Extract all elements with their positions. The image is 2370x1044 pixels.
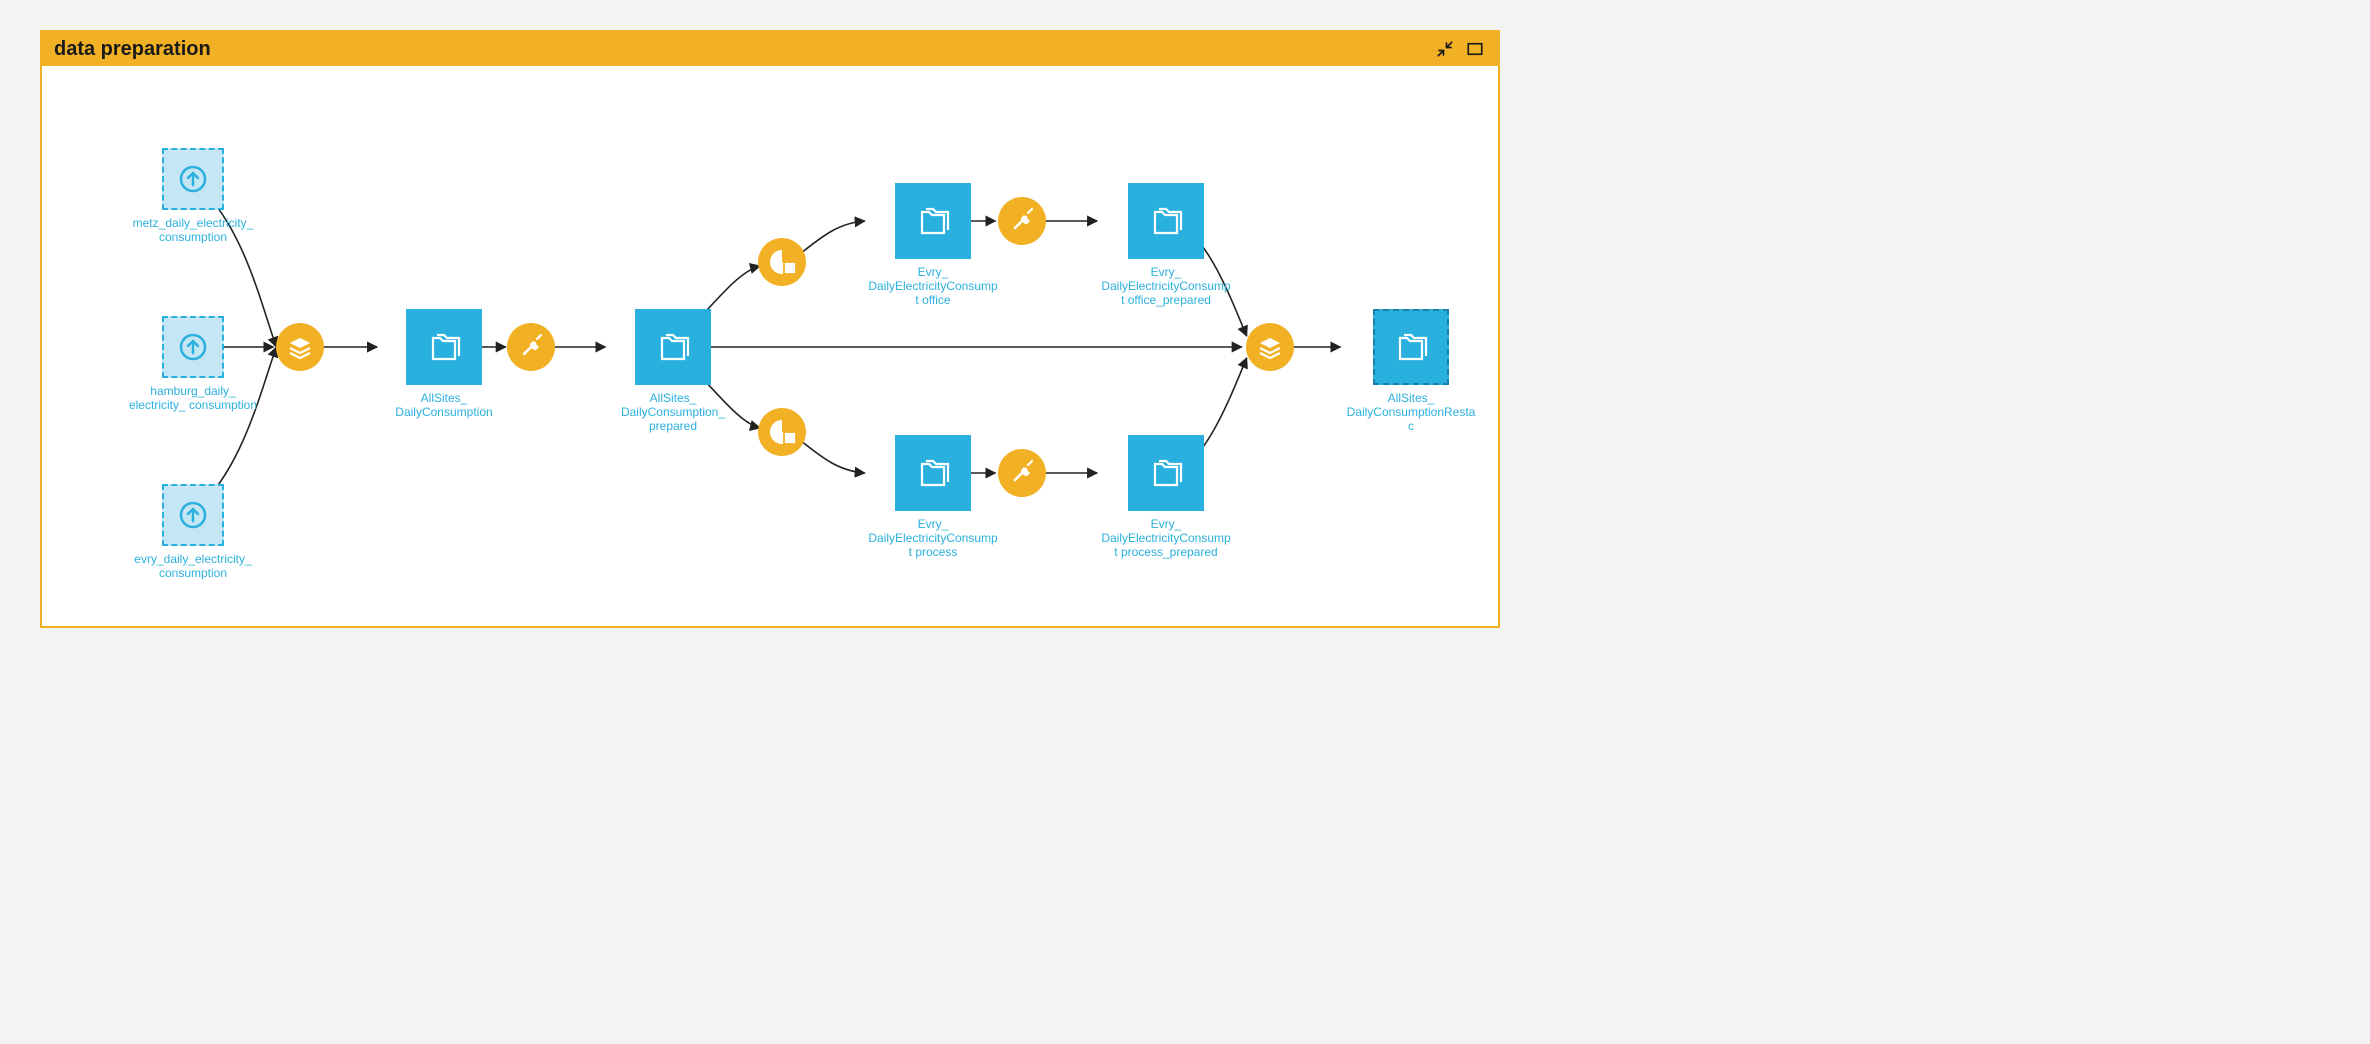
dataset-allsites-daily[interactable]: AllSites_ DailyConsumption (379, 309, 509, 419)
broom-icon (507, 323, 555, 371)
folder-icon (895, 435, 971, 511)
zone-body[interactable]: metz_daily_electricity_ consumption hamb… (42, 66, 1498, 626)
stack-icon (1246, 323, 1294, 371)
dataset-hamburg-input[interactable]: hamburg_daily_ electricity_ consumption (128, 316, 258, 412)
dataset-evry-office[interactable]: Evry_ DailyElectricityConsumpt office (868, 183, 998, 307)
dataset-label: Evry_ DailyElectricityConsumpt process (868, 517, 998, 559)
dataset-evry-input[interactable]: evry_daily_electricity_ consumption (128, 484, 258, 580)
zone-header: data preparation (42, 32, 1498, 66)
dataset-label: hamburg_daily_ electricity_ consumption (128, 384, 258, 412)
recipe-split-process[interactable] (758, 408, 806, 456)
dataset-label: metz_daily_electricity_ consumption (128, 216, 258, 244)
dataset-evry-process[interactable]: Evry_ DailyElectricityConsumpt process (868, 435, 998, 559)
flow-zone: data preparation (40, 30, 1500, 628)
folder-icon (406, 309, 482, 385)
dataset-evry-office-prepared[interactable]: Evry_ DailyElectricityConsumpt office_pr… (1101, 183, 1231, 307)
dataset-label: Evry_ DailyElectricityConsumpt process_p… (1101, 517, 1231, 559)
upload-icon (162, 484, 224, 546)
folder-icon (1128, 435, 1204, 511)
split-icon (758, 238, 806, 286)
dataset-label: Evry_ DailyElectricityConsumpt office_pr… (1101, 265, 1231, 307)
recipe-split-office[interactable] (758, 238, 806, 286)
broom-icon (998, 197, 1046, 245)
recipe-prepare-office[interactable] (998, 197, 1046, 245)
dataset-allsites-prepared[interactable]: AllSites_ DailyConsumption_ prepared (608, 309, 738, 433)
dataset-label: evry_daily_electricity_ consumption (128, 552, 258, 580)
folder-icon (895, 183, 971, 259)
upload-icon (162, 316, 224, 378)
recipe-stack-final[interactable] (1246, 323, 1294, 371)
recipe-stack[interactable] (276, 323, 324, 371)
split-icon (758, 408, 806, 456)
maximize-icon[interactable] (1464, 38, 1486, 60)
folder-icon (635, 309, 711, 385)
dataset-label: Evry_ DailyElectricityConsumpt office (868, 265, 998, 307)
dataset-label: AllSites_ DailyConsumption (379, 391, 509, 419)
zone-title: data preparation (54, 38, 211, 61)
upload-icon (162, 148, 224, 210)
folder-icon (1128, 183, 1204, 259)
dataset-evry-process-prepared[interactable]: Evry_ DailyElectricityConsumpt process_p… (1101, 435, 1231, 559)
recipe-prepare[interactable] (507, 323, 555, 371)
broom-icon (998, 449, 1046, 497)
dataset-allsites-restac[interactable]: AllSites_ DailyConsumptionRestac (1346, 309, 1476, 433)
collapse-icon[interactable] (1434, 38, 1456, 60)
recipe-prepare-process[interactable] (998, 449, 1046, 497)
dataset-metz-input[interactable]: metz_daily_electricity_ consumption (128, 148, 258, 244)
stack-icon (276, 323, 324, 371)
folder-icon (1373, 309, 1449, 385)
dataset-label: AllSites_ DailyConsumption_ prepared (608, 391, 738, 433)
dataset-label: AllSites_ DailyConsumptionRestac (1346, 391, 1476, 433)
